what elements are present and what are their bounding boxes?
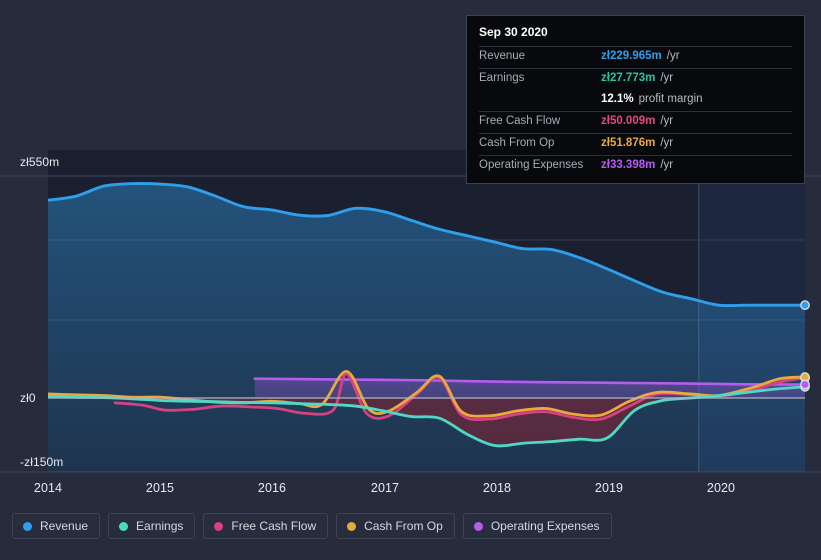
- tooltip-row: Free Cash Flow zł50.009m/yr: [479, 111, 792, 133]
- tooltip-row-unit: /yr: [660, 159, 674, 171]
- legend-item-earnings[interactable]: Earnings: [108, 513, 196, 539]
- chart-tooltip: Sep 30 2020 Revenue zł229.965m/yr Earnings…: [466, 15, 805, 184]
- chart-page: zł550m zł0 -zł150m 2014 2015 2016 2017 2…: [0, 0, 821, 560]
- legend-item-free-cash-flow[interactable]: Free Cash Flow: [203, 513, 329, 539]
- tooltip-row-label: Earnings: [479, 72, 525, 84]
- tooltip-row-label: Cash From Op: [479, 137, 555, 149]
- legend-item-operating-expenses[interactable]: Operating Expenses: [462, 513, 612, 539]
- legend-item-label: Free Cash Flow: [231, 519, 317, 533]
- tooltip-row-value: zł229.965m/yr: [601, 50, 680, 62]
- tooltip-row-value: zł33.398m/yr: [601, 159, 674, 171]
- tooltip-row-label: Free Cash Flow: [479, 115, 561, 127]
- legend-dot-icon: [23, 521, 32, 531]
- legend-item-label: Revenue: [40, 519, 89, 533]
- legend-item-label: Cash From Op: [364, 519, 443, 533]
- tooltip-row-label: Operating Expenses: [479, 159, 584, 171]
- tooltip-row-value: zł27.773m/yr: [601, 72, 674, 84]
- chart-legend[interactable]: Revenue Earnings Free Cash Flow Cash From O…: [12, 513, 612, 539]
- legend-item-revenue[interactable]: Revenue: [12, 513, 101, 539]
- legend-dot-icon: [473, 521, 483, 531]
- tooltip-row-label: Revenue: [479, 50, 526, 62]
- legend-item-label: Operating Expenses: [490, 519, 600, 533]
- legend-item-cash-from-op[interactable]: Cash From Op: [336, 513, 455, 539]
- tooltip-row: Cash From Op zł51.876m/yr: [479, 133, 792, 155]
- tooltip-row-unit: /yr: [666, 50, 680, 62]
- tooltip-row-value: 12.1% profit margin: [601, 93, 703, 105]
- tooltip-date: Sep 30 2020: [479, 25, 548, 39]
- tooltip-row-unit: /yr: [660, 115, 674, 127]
- tooltip-row-value: zł51.876m/yr: [601, 137, 674, 149]
- legend-dot-icon: [214, 521, 224, 531]
- tooltip-row: Earnings zł27.773m/yr: [479, 68, 792, 90]
- tooltip-row: Operating Expenses zł33.398m/yr: [479, 155, 792, 177]
- tooltip-row-unit: /yr: [660, 72, 674, 84]
- tooltip-rows: Revenue zł229.965m/yr Earnings zł27.773m/yr…: [479, 46, 792, 177]
- tooltip-row-unit: profit margin: [638, 93, 703, 105]
- legend-dot-icon: [119, 521, 129, 531]
- tooltip-row-unit: /yr: [660, 137, 674, 149]
- legend-item-label: Earnings: [136, 519, 184, 533]
- tooltip-row: Revenue zł229.965m/yr: [479, 46, 792, 68]
- legend-dot-icon: [347, 521, 357, 531]
- tooltip-row-value: zł50.009m/yr: [601, 115, 674, 127]
- tooltip-row: 12.1% profit margin: [479, 90, 792, 111]
